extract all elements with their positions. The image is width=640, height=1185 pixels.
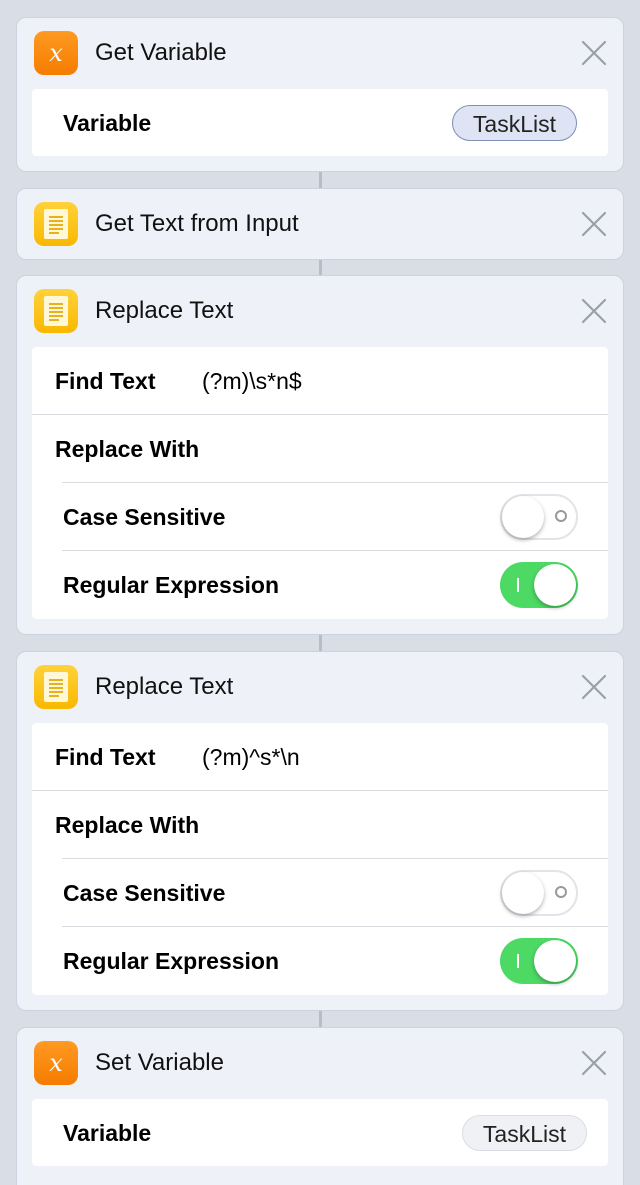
action-title: Get Variable xyxy=(95,39,227,66)
case-sensitive-row: Case Sensitive xyxy=(32,859,608,927)
parameter-box: Variable TaskList xyxy=(32,89,608,156)
close-icon[interactable] xyxy=(579,38,609,68)
on-indicator-icon xyxy=(517,578,519,592)
connector-line xyxy=(319,1011,322,1027)
x-variable-icon: x xyxy=(34,1041,78,1085)
variable-token[interactable]: TaskList xyxy=(461,1115,587,1151)
toggle-knob xyxy=(502,496,544,538)
text-document-icon xyxy=(34,665,78,709)
replace-text-action[interactable]: Replace Text Find Text (?m)\s*n$ Replace… xyxy=(16,275,624,635)
case-sensitive-row: Case Sensitive xyxy=(32,483,608,551)
variable-row[interactable]: Variable TaskList xyxy=(32,1099,608,1166)
action-header: Replace Text xyxy=(17,652,623,722)
replace-with-label: Replace With xyxy=(55,812,200,838)
find-text-field[interactable]: (?m)\s*n$ xyxy=(202,347,302,415)
find-text-row[interactable]: Find Text (?m)^s*\n xyxy=(32,723,608,791)
variable-label: Variable xyxy=(63,110,152,136)
case-sensitive-label: Case Sensitive xyxy=(63,880,226,906)
case-sensitive-toggle[interactable] xyxy=(500,494,578,540)
toggle-knob xyxy=(534,564,576,606)
regular-expression-label: Regular Expression xyxy=(63,948,280,974)
off-indicator-icon xyxy=(555,510,567,522)
action-title: Replace Text xyxy=(95,673,234,700)
action-header: Replace Text xyxy=(17,276,623,346)
off-indicator-icon xyxy=(555,886,567,898)
action-header: x Get Variable xyxy=(17,18,623,88)
variable-row[interactable]: Variable TaskList xyxy=(32,89,608,156)
replace-text-action[interactable]: Replace Text Find Text (?m)^s*\n Replace… xyxy=(16,651,624,1011)
replace-with-label: Replace With xyxy=(55,436,200,462)
find-text-field[interactable]: (?m)^s*\n xyxy=(202,723,300,791)
connector-line xyxy=(319,260,322,275)
variable-label: Variable xyxy=(63,1120,152,1146)
get-variable-action[interactable]: x Get Variable Variable TaskList xyxy=(16,17,624,172)
variable-token[interactable]: TaskList xyxy=(451,105,577,141)
close-icon[interactable] xyxy=(579,209,609,239)
toggle-knob xyxy=(534,940,576,982)
x-variable-icon: x xyxy=(34,31,78,75)
action-title: Replace Text xyxy=(95,297,234,324)
regular-expression-toggle[interactable] xyxy=(500,938,578,984)
action-header: x Set Variable xyxy=(17,1028,623,1098)
close-icon[interactable] xyxy=(579,1048,609,1078)
case-sensitive-toggle[interactable] xyxy=(500,870,578,916)
text-document-icon xyxy=(34,289,78,333)
on-indicator-icon xyxy=(517,954,519,968)
find-text-row[interactable]: Find Text (?m)\s*n$ xyxy=(32,347,608,415)
find-text-label: Find Text xyxy=(55,744,156,770)
parameter-box: Find Text (?m)^s*\n Replace With Case Se… xyxy=(32,723,608,995)
find-text-label: Find Text xyxy=(55,368,156,394)
close-icon[interactable] xyxy=(579,672,609,702)
regular-expression-row: Regular Expression xyxy=(32,927,608,995)
case-sensitive-label: Case Sensitive xyxy=(63,504,226,530)
action-title: Get Text from Input xyxy=(95,210,299,237)
text-document-icon xyxy=(34,202,78,246)
parameter-box: Find Text (?m)\s*n$ Replace With Case Se… xyxy=(32,347,608,619)
regular-expression-label: Regular Expression xyxy=(63,572,280,598)
set-variable-action[interactable]: x Set Variable Variable TaskList xyxy=(16,1027,624,1185)
action-header: Get Text from Input xyxy=(17,189,623,259)
replace-with-row[interactable]: Replace With xyxy=(32,791,608,859)
regular-expression-toggle[interactable] xyxy=(500,562,578,608)
action-title: Set Variable xyxy=(95,1049,224,1076)
get-text-from-input-action[interactable]: Get Text from Input xyxy=(16,188,624,260)
replace-with-row[interactable]: Replace With xyxy=(32,415,608,483)
parameter-box: Variable TaskList xyxy=(32,1099,608,1166)
regular-expression-row: Regular Expression xyxy=(32,551,608,619)
close-icon[interactable] xyxy=(579,296,609,326)
connector-line xyxy=(319,172,322,188)
connector-line xyxy=(319,635,322,651)
toggle-knob xyxy=(502,872,544,914)
